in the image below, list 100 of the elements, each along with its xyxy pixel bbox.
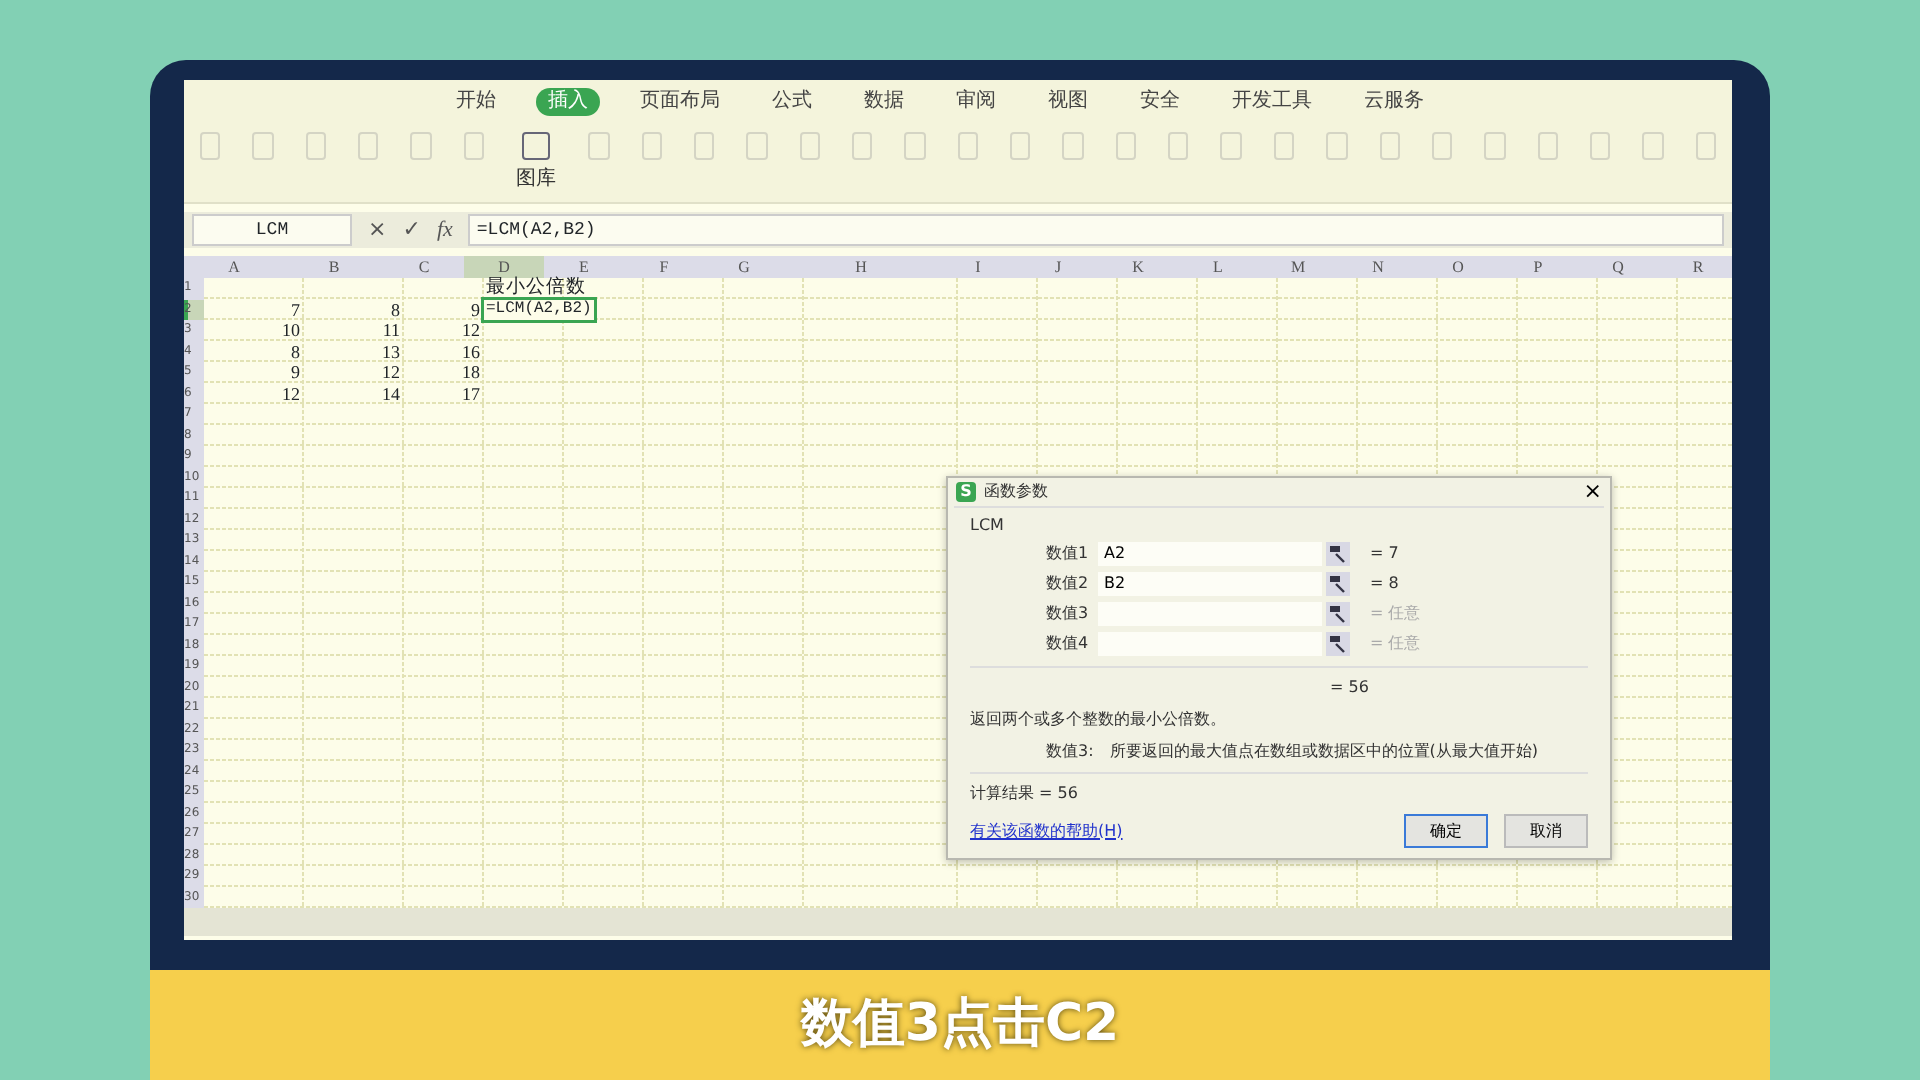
function-description: 返回两个或多个整数的最小公倍数。 <box>970 708 1228 732</box>
range-select-button[interactable] <box>1326 542 1350 566</box>
picture-icon[interactable] <box>522 132 551 160</box>
argument-label: 数值2 <box>1046 572 1091 596</box>
table-cell[interactable]: 14 <box>304 383 404 403</box>
column-header[interactable]: R <box>1658 256 1732 278</box>
toolbar-icon[interactable] <box>305 132 327 160</box>
menu-tab[interactable]: 公式 <box>760 88 824 116</box>
ok-button[interactable]: 确定 <box>1404 814 1488 848</box>
gallery-label[interactable]: 图库 <box>516 168 557 190</box>
column-header[interactable]: F <box>624 256 704 278</box>
column-header[interactable]: K <box>1098 256 1178 278</box>
range-select-button[interactable] <box>1326 572 1350 596</box>
menu-tab[interactable]: 审阅 <box>944 88 1008 116</box>
cancel-button[interactable]: 取消 <box>1504 814 1588 848</box>
toolbar-icon[interactable] <box>410 132 432 160</box>
argument-result: = 8 <box>1370 572 1399 596</box>
table-cell[interactable]: 8 <box>304 299 404 319</box>
menu-tab[interactable]: 视图 <box>1036 88 1100 116</box>
toolbar-icon[interactable] <box>799 132 820 160</box>
toolbar-icon[interactable] <box>957 132 979 160</box>
toolbar-icon[interactable] <box>851 132 873 160</box>
toolbar-icon[interactable] <box>1537 132 1558 160</box>
calculation-result: 计算结果 = 56 <box>970 784 1078 802</box>
menu-tab[interactable]: 云服务 <box>1352 88 1436 116</box>
table-cell[interactable]: 9 <box>204 362 304 382</box>
table-cell[interactable]: 7 <box>204 299 304 319</box>
column-header[interactable]: G <box>704 256 784 278</box>
toolbar-icon[interactable] <box>1010 132 1031 160</box>
confirm-icon[interactable]: ✓ <box>402 216 421 244</box>
argument-result: = 任意 <box>1370 602 1421 626</box>
column-header[interactable]: E <box>544 256 624 278</box>
argument-description: 所要返回的最大值点在数组或数据区中的位置(从最大值开始) <box>1109 740 1539 764</box>
toolbar-icon[interactable] <box>1168 132 1189 160</box>
column-header[interactable]: B <box>284 256 384 278</box>
argument-field[interactable]: B2 <box>1098 572 1322 596</box>
table-cell[interactable]: 18 <box>404 362 484 382</box>
menu-tab[interactable]: 开发工具 <box>1220 88 1324 116</box>
toolbar-icon[interactable] <box>1220 132 1242 160</box>
column-header[interactable]: N <box>1338 256 1418 278</box>
table-cell[interactable]: 8 <box>204 341 304 361</box>
table-cell[interactable]: 17 <box>404 383 484 403</box>
toolbar-icon[interactable] <box>200 132 221 160</box>
argument-field[interactable]: A2 <box>1098 542 1322 566</box>
argument-label: 数值1 <box>1046 542 1091 566</box>
menu-tab[interactable]: 插入 <box>536 88 600 116</box>
column-header[interactable]: O <box>1418 256 1498 278</box>
table-cell[interactable]: 13 <box>304 341 404 361</box>
toolbar-icon[interactable] <box>463 132 485 160</box>
toolbar-icon[interactable] <box>1431 132 1453 160</box>
toolbar-icon[interactable] <box>1273 132 1295 160</box>
toolbar-icon[interactable] <box>358 132 379 160</box>
table-cell[interactable]: 12 <box>204 383 304 403</box>
menu-tab[interactable]: 开始 <box>444 88 508 116</box>
toolbar-icon[interactable] <box>641 132 662 160</box>
column-header[interactable]: M <box>1258 256 1338 278</box>
column-header[interactable]: L <box>1178 256 1258 278</box>
toolbar-icon[interactable] <box>1062 132 1084 160</box>
column-header[interactable]: Q <box>1578 256 1658 278</box>
column-header[interactable]: A <box>184 256 284 278</box>
argument-result: = 7 <box>1370 542 1399 566</box>
name-box[interactable]: LCM <box>192 214 352 246</box>
toolbar-icon[interactable] <box>252 132 274 160</box>
toolbar-icon[interactable] <box>746 132 768 160</box>
cancel-icon[interactable]: × <box>368 216 387 244</box>
toolbar-icon[interactable] <box>1642 132 1664 160</box>
toolbar-icon[interactable] <box>1326 132 1348 160</box>
menu-tab[interactable]: 安全 <box>1128 88 1192 116</box>
toolbar-icon[interactable] <box>693 132 715 160</box>
toolbar-icon[interactable] <box>1484 132 1506 160</box>
column-header[interactable]: J <box>1018 256 1098 278</box>
toolbar-icon[interactable] <box>904 132 926 160</box>
table-cell[interactable]: =LCM(A2,B2) <box>484 299 594 319</box>
table-cell[interactable]: 10 <box>204 320 304 340</box>
column-header[interactable]: I <box>938 256 1018 278</box>
menu-tab[interactable]: 数据 <box>852 88 916 116</box>
range-select-button[interactable] <box>1326 602 1350 626</box>
column-header[interactable]: H <box>784 256 938 278</box>
menu-tab[interactable]: 页面布局 <box>628 88 732 116</box>
column-header[interactable]: C <box>384 256 464 278</box>
help-link[interactable]: 有关该函数的帮助(H) <box>970 819 1123 843</box>
close-button[interactable]: × <box>1583 480 1602 504</box>
table-cell[interactable]: 9 <box>404 299 484 319</box>
table-cell[interactable]: 16 <box>404 341 484 361</box>
table-cell[interactable]: 最小公倍数 <box>484 278 588 298</box>
column-header[interactable]: D <box>464 256 544 278</box>
column-header[interactable]: P <box>1498 256 1578 278</box>
toolbar-icon[interactable] <box>588 132 610 160</box>
formula-field[interactable]: =LCM(A2,B2) <box>468 214 1724 246</box>
toolbar-icon[interactable] <box>1115 132 1137 160</box>
toolbar-icon[interactable] <box>1589 132 1611 160</box>
table-cell[interactable]: 12 <box>404 320 484 340</box>
argument-label: 数值4 <box>1046 632 1091 656</box>
toolbar-icon[interactable] <box>1695 132 1717 160</box>
table-cell[interactable]: 12 <box>304 362 404 382</box>
function-icon[interactable]: fx <box>436 216 453 244</box>
dialog-title: 函数参数 <box>984 480 1048 504</box>
range-select-button[interactable] <box>1326 632 1350 656</box>
toolbar-icon[interactable] <box>1379 132 1400 160</box>
table-cell[interactable]: 11 <box>304 320 404 340</box>
